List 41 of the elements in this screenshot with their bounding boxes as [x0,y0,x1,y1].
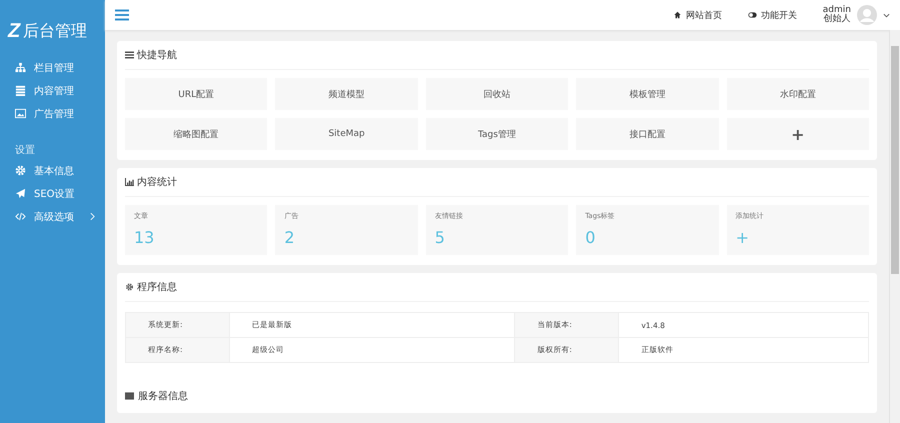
shortcut-button[interactable]: Tags管理 [426,118,568,150]
card-title: 程序信息 [137,280,177,294]
menu-icon[interactable] [115,9,129,21]
bar-chart-icon [125,178,134,186]
sidebar-section-title: 设置 [14,144,36,157]
shortcut-button[interactable]: URL配置 [125,78,268,110]
stat-value: 0 [585,228,596,247]
sitemap-icon [15,62,26,73]
image-icon [15,108,26,119]
caret-icon[interactable] [883,12,890,18]
user-name: admin [822,6,851,15]
stat-value: 5 [434,228,446,247]
logo-title: 后台管理 [23,20,88,42]
shortcut-button[interactable]: 水印配置 [726,78,869,110]
shortcut-button[interactable]: 接口配置 [576,118,719,150]
card-title: 内容统计 [137,176,177,189]
top-link[interactable]: 网站首页 [672,8,722,22]
settings-icon [15,165,26,176]
shortcut-button[interactable]: 频道模型 [275,78,418,110]
card-title: 服务器信息 [138,390,188,403]
shortcut-button[interactable]: 回收站 [426,78,568,110]
shortcut-button[interactable]: SiteMap [275,118,418,150]
toggle-icon [748,11,757,19]
scrollbar[interactable] [889,30,900,423]
top-link[interactable]: 功能开关 [748,8,797,22]
stat-value: 13 [134,228,156,247]
stat-value: + [736,228,750,247]
code-icon [15,211,26,222]
user-role: 创始人 [823,15,850,24]
home-icon [672,11,682,19]
add-button[interactable]: + [726,118,869,150]
list-icon [125,51,134,59]
card-title: 快捷导航 [137,48,177,62]
shortcut-button[interactable]: 模板管理 [576,78,719,110]
logo-mark: Z [8,20,20,42]
shortcut-button[interactable]: 缩略图配置 [125,118,268,150]
settings-icon [125,283,134,291]
list-icon [15,85,26,96]
paper-plane-icon [15,188,26,199]
chevron-right-icon [90,212,95,221]
stat-value: 2 [284,228,296,247]
